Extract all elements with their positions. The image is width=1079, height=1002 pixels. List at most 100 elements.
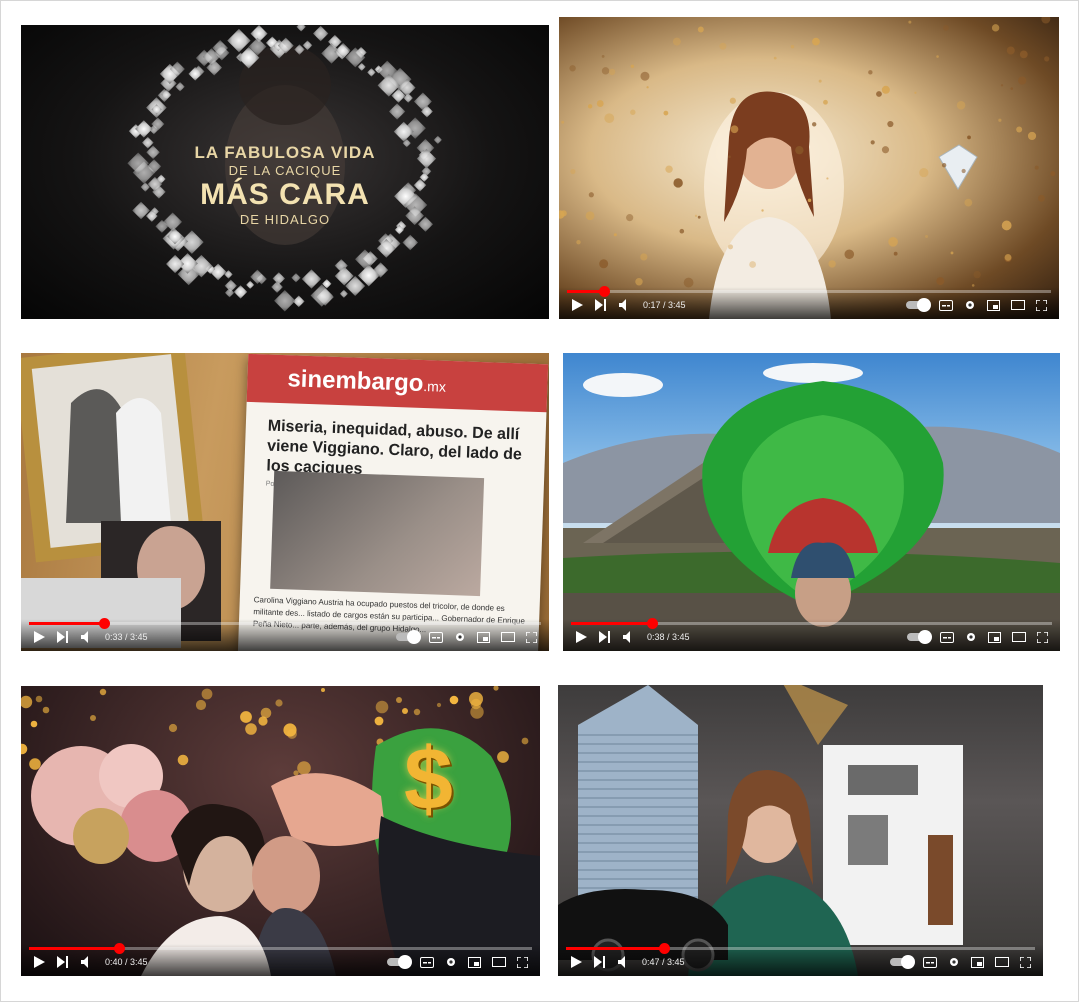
wedding-scene: [21, 686, 540, 976]
theater-icon[interactable]: [501, 632, 515, 642]
subtitles-icon[interactable]: [940, 631, 954, 643]
glitter-flake: [888, 237, 898, 247]
settings-gear-icon[interactable]: [965, 631, 977, 643]
glitter-flake: [807, 198, 812, 203]
play-icon[interactable]: [571, 299, 583, 311]
glitter-flake: [908, 20, 912, 24]
play-icon[interactable]: [570, 956, 582, 968]
volume-icon[interactable]: [619, 299, 631, 311]
glitter-flake: [640, 71, 650, 81]
glitter-flake: [599, 259, 609, 269]
bokeh-light: [195, 699, 207, 711]
player-controls-5: 0:40 / 3:45: [21, 943, 540, 976]
glitter-flake: [1044, 56, 1050, 62]
autoplay-toggle[interactable]: [890, 955, 915, 969]
next-icon[interactable]: [599, 631, 611, 643]
next-icon[interactable]: [57, 631, 69, 643]
progress-bar[interactable]: [29, 618, 541, 629]
time-display: 0:33 / 3:45: [105, 632, 148, 642]
bokeh-light: [470, 705, 484, 719]
miniplayer-icon[interactable]: [987, 299, 1000, 311]
subtitles-icon[interactable]: [939, 299, 953, 311]
volume-icon[interactable]: [618, 956, 630, 968]
bokeh-light: [42, 706, 50, 714]
player-controls-2: 0:17 / 3:45: [559, 286, 1059, 319]
progress-bar[interactable]: [29, 943, 532, 954]
luxury-scene: [558, 685, 963, 976]
player-controls-4: 0:38 / 3:45: [563, 618, 1060, 651]
autoplay-toggle[interactable]: [387, 955, 412, 969]
glitter-flake: [914, 91, 917, 94]
settings-gear-icon[interactable]: [445, 956, 457, 968]
miniplayer-icon[interactable]: [988, 631, 1001, 643]
video-frame-6[interactable]: 0:47 / 3:45: [558, 685, 1043, 976]
glitter-flake: [679, 228, 685, 234]
progress-bar[interactable]: [571, 618, 1052, 629]
fullscreen-icon[interactable]: [517, 956, 528, 968]
play-icon[interactable]: [575, 631, 587, 643]
glitter-flake: [1001, 220, 1012, 231]
autoplay-toggle[interactable]: [907, 630, 932, 644]
video-frame-5[interactable]: $ 0:40 / 3:45: [21, 686, 540, 976]
next-icon[interactable]: [57, 956, 69, 968]
subtitles-icon[interactable]: [429, 631, 443, 643]
play-icon[interactable]: [33, 956, 45, 968]
bokeh-light: [201, 688, 213, 700]
bokeh-light: [21, 743, 28, 755]
play-icon[interactable]: [33, 631, 45, 643]
diamond-sparkle: [271, 281, 283, 293]
subtitles-icon[interactable]: [923, 956, 937, 968]
theater-icon[interactable]: [995, 957, 1009, 967]
title-line-3: MÁS CARA: [200, 178, 370, 211]
glitter-flake: [881, 146, 890, 154]
glitter-flake: [569, 65, 576, 72]
progress-bar[interactable]: [566, 943, 1035, 954]
miniplayer-icon[interactable]: [468, 956, 481, 968]
diamond-sparkle: [233, 285, 248, 299]
video-frame-2[interactable]: 0:17 / 3:45: [559, 17, 1059, 319]
dollar-symbol: $: [404, 729, 453, 828]
settings-gear-icon[interactable]: [964, 299, 976, 311]
volume-icon[interactable]: [81, 631, 93, 643]
fullscreen-icon[interactable]: [1036, 299, 1047, 311]
glitter-flake: [730, 125, 739, 134]
bokeh-light: [90, 715, 96, 721]
autoplay-toggle[interactable]: [906, 298, 931, 312]
glitter-flake: [876, 91, 882, 97]
subtitles-icon[interactable]: [420, 956, 434, 968]
progress-bar[interactable]: [567, 286, 1051, 297]
video-frame-1[interactable]: LA FABULOSA VIDA DE LA CACIQUE MÁS CARA …: [21, 25, 549, 319]
theater-icon[interactable]: [1011, 300, 1025, 310]
glitter-flake: [635, 278, 643, 286]
diamond-sparkle: [296, 25, 306, 32]
volume-icon[interactable]: [623, 631, 635, 643]
fullscreen-icon[interactable]: [526, 631, 537, 643]
video-frame-4[interactable]: 0:38 / 3:45: [563, 353, 1060, 651]
glitter-flake: [570, 168, 576, 175]
fullscreen-icon[interactable]: [1020, 956, 1031, 968]
miniplayer-icon[interactable]: [477, 631, 490, 643]
theater-icon[interactable]: [1012, 632, 1026, 642]
bokeh-light: [521, 737, 529, 745]
video-frame-3[interactable]: sinembargo.mx Miseria, inequidad, abuso.…: [21, 353, 549, 651]
glitter-flake: [1041, 17, 1051, 24]
bokeh-light: [245, 723, 257, 735]
glitter-flake: [818, 79, 822, 83]
settings-gear-icon[interactable]: [948, 956, 960, 968]
settings-gear-icon[interactable]: [454, 631, 466, 643]
time-display: 0:40 / 3:45: [105, 957, 148, 967]
next-icon[interactable]: [594, 956, 606, 968]
fullscreen-icon[interactable]: [1037, 631, 1048, 643]
glitter-flake: [887, 120, 894, 128]
miniplayer-icon[interactable]: [971, 956, 984, 968]
bokeh-light: [396, 697, 402, 703]
theater-icon[interactable]: [492, 957, 506, 967]
glitter-flake: [646, 86, 649, 89]
autoplay-toggle[interactable]: [396, 630, 421, 644]
bokeh-light: [413, 708, 421, 716]
volume-icon[interactable]: [81, 956, 93, 968]
glitter-flake: [728, 244, 734, 250]
next-icon[interactable]: [595, 299, 607, 311]
glitter-flake: [893, 251, 898, 256]
glitter-flake: [1010, 87, 1014, 90]
